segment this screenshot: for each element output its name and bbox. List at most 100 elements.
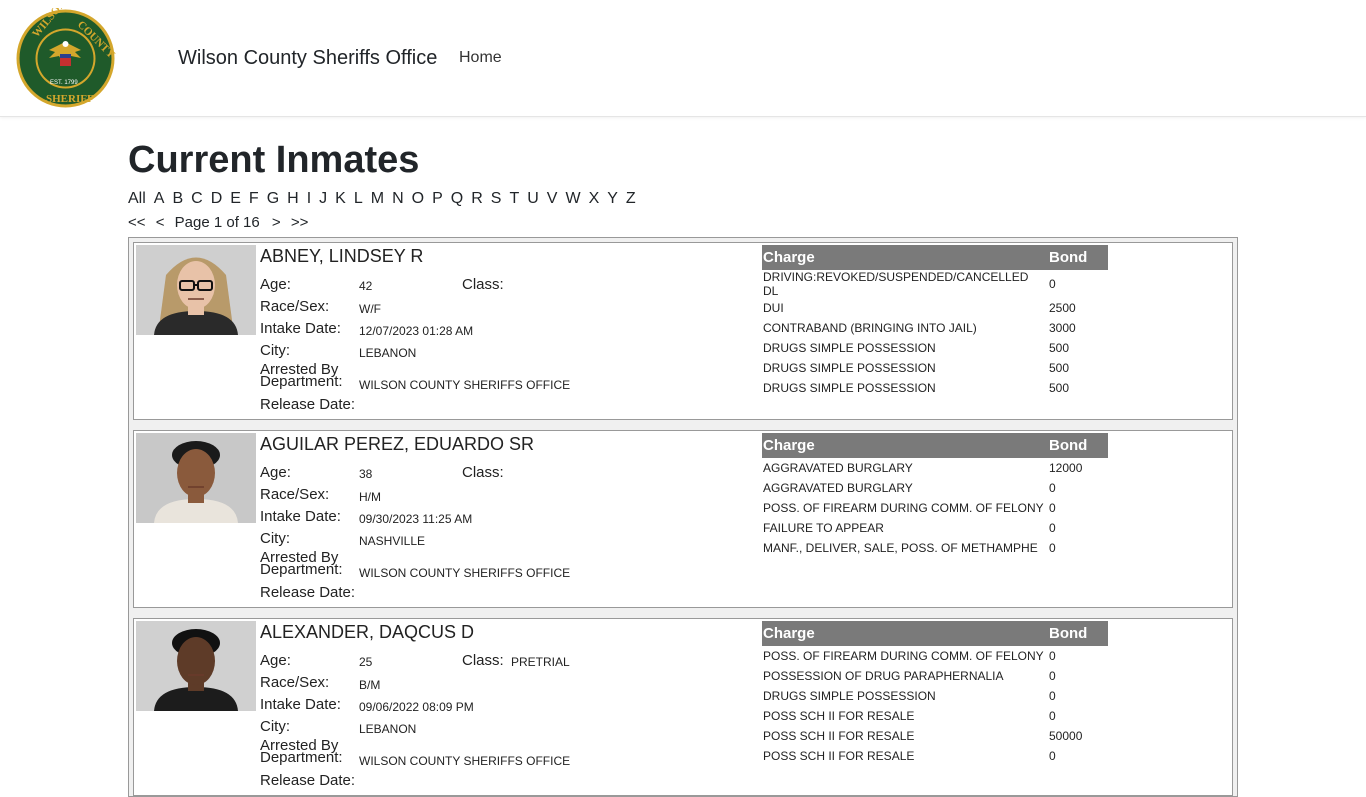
alpha-filter-all[interactable]: All xyxy=(128,190,146,207)
pager-first-link[interactable]: << xyxy=(128,214,146,231)
age-value: 25 xyxy=(359,655,373,669)
inmate-list: ABNEY, LINDSEY R Age: 42 Class: Race/Sex… xyxy=(128,237,1238,797)
department-value: WILSON COUNTY SHERIFFS OFFICE xyxy=(359,754,571,768)
bond-cell: 3000 xyxy=(1049,321,1076,335)
department-label: Department: xyxy=(260,373,343,390)
alpha-filter-b[interactable]: B xyxy=(172,190,183,207)
race-sex-value: H/M xyxy=(359,490,381,504)
charge-cell: POSS SCH II FOR RESALE xyxy=(763,749,915,763)
inmate-photo[interactable] xyxy=(136,245,256,335)
intake-date-value: 12/07/2023 01:28 AM xyxy=(359,324,474,338)
charge-row: DUI 2500 xyxy=(762,298,1108,318)
nav-home-link[interactable]: Home xyxy=(459,49,502,67)
alpha-filter-d[interactable]: D xyxy=(211,190,223,207)
bond-cell: 0 xyxy=(1049,277,1056,291)
bond-cell: 0 xyxy=(1049,709,1056,723)
charge-cell: CONTRABAND (BRINGING INTO JAIL) xyxy=(763,321,977,335)
sheriff-badge-logo[interactable]: WILSON COUNTY SHERIFF EST. 1799 xyxy=(15,8,116,109)
city-value: LEBANON xyxy=(359,346,417,360)
bond-cell: 0 xyxy=(1049,669,1056,683)
alpha-filter-j[interactable]: J xyxy=(319,190,327,207)
intake-date-label: Intake Date: xyxy=(260,696,341,713)
charge-cell: POSS. OF FIREARM DURING COMM. OF FELONY xyxy=(763,649,1044,663)
alpha-filter-c[interactable]: C xyxy=(191,190,203,207)
release-date-label: Release Date: xyxy=(260,584,356,601)
alpha-filter-y[interactable]: Y xyxy=(607,190,618,207)
charge-row: DRUGS SIMPLE POSSESSION 500 xyxy=(762,358,1108,378)
charge-cell: AGGRAVATED BURGLARY xyxy=(763,481,913,495)
charge-cell: DUI xyxy=(763,301,784,315)
city-label: City: xyxy=(260,342,290,359)
alpha-filter-t[interactable]: T xyxy=(509,190,519,207)
pager-last-link[interactable]: >> xyxy=(291,214,309,231)
bond-cell: 2500 xyxy=(1049,301,1076,315)
charge-cell: FAILURE TO APPEAR xyxy=(763,521,884,535)
bond-cell: 12000 xyxy=(1049,461,1083,475)
charge-column-header: Charge xyxy=(762,245,1048,270)
race-sex-value: B/M xyxy=(359,678,381,692)
charge-row: POSS SCH II FOR RESALE 50000 xyxy=(762,726,1108,746)
age-label: Age: xyxy=(260,464,291,481)
alpha-filter-e[interactable]: E xyxy=(230,190,241,207)
pager-next-link[interactable]: > xyxy=(272,214,281,231)
alpha-filter-s[interactable]: S xyxy=(491,190,502,207)
alpha-filter-l[interactable]: L xyxy=(354,190,363,207)
bond-cell: 0 xyxy=(1049,481,1056,495)
charge-row: FAILURE TO APPEAR 0 xyxy=(762,518,1108,538)
charge-row: CONTRABAND (BRINGING INTO JAIL) 3000 xyxy=(762,318,1108,338)
pager-prev-link[interactable]: < xyxy=(156,214,165,231)
inmate-card: AGUILAR PEREZ, EDUARDO SR Age: 38 Class:… xyxy=(133,430,1233,608)
alpha-filter-m[interactable]: M xyxy=(371,190,384,207)
charge-row: POSS. OF FIREARM DURING COMM. OF FELONY … xyxy=(762,646,1108,666)
inmate-name: AGUILAR PEREZ, EDUARDO SR xyxy=(260,434,535,454)
charge-cell: POSS. OF FIREARM DURING COMM. OF FELONY xyxy=(763,501,1044,515)
charge-cell: DRUGS SIMPLE POSSESSION xyxy=(763,341,936,355)
alpha-filter-a[interactable]: A xyxy=(154,190,165,207)
city-label: City: xyxy=(260,530,290,547)
alpha-filter-h[interactable]: H xyxy=(287,190,299,207)
charge-cell: POSS SCH II FOR RESALE xyxy=(763,729,915,743)
alpha-filter-i[interactable]: I xyxy=(307,190,311,207)
class-label: Class: xyxy=(462,464,504,481)
alpha-filter-f[interactable]: F xyxy=(249,190,259,207)
alpha-filter-v[interactable]: V xyxy=(547,190,558,207)
alpha-filter-p[interactable]: P xyxy=(432,190,443,207)
alpha-filter-k[interactable]: K xyxy=(335,190,346,207)
charge-cell: AGGRAVATED BURGLARY xyxy=(763,461,913,475)
age-label: Age: xyxy=(260,652,291,669)
alpha-filter-z[interactable]: Z xyxy=(626,190,636,207)
charges-header-row: Charge Bond xyxy=(762,245,1108,270)
city-value: LEBANON xyxy=(359,722,417,736)
alpha-filter-r[interactable]: R xyxy=(471,190,483,207)
bond-cell: 50000 xyxy=(1049,729,1083,743)
alpha-filter-o[interactable]: O xyxy=(412,190,424,207)
class-label: Class: xyxy=(462,652,504,669)
inmate-name: ABNEY, LINDSEY R xyxy=(260,246,424,266)
bond-cell: 500 xyxy=(1049,381,1070,395)
inmate-card: ALEXANDER, DAQCUS D Age: 25 Class: PRETR… xyxy=(133,618,1233,796)
alpha-filter-w[interactable]: W xyxy=(565,190,580,207)
alpha-filter-n[interactable]: N xyxy=(392,190,404,207)
alphabet-filter: All A B C D E F G H I J K L M N O P Q R S T U V W X Y Z xyxy=(128,190,1240,212)
charges-header-row: Charge Bond xyxy=(762,621,1108,646)
inmate-photo[interactable] xyxy=(136,433,256,523)
charge-row: DRUGS SIMPLE POSSESSION 0 xyxy=(762,686,1108,706)
race-sex-label: Race/Sex: xyxy=(260,298,330,315)
intake-date-value: 09/30/2023 11:25 AM xyxy=(359,512,473,526)
alpha-filter-x[interactable]: X xyxy=(589,190,600,207)
alpha-filter-q[interactable]: Q xyxy=(451,190,463,207)
bond-cell: 0 xyxy=(1049,749,1056,763)
race-sex-label: Race/Sex: xyxy=(260,486,330,503)
alpha-filter-u[interactable]: U xyxy=(527,190,539,207)
city-value: NASHVILLE xyxy=(359,534,426,548)
charges-table: Charge Bond AGGRAVATED BURGLARY 12000 AG… xyxy=(762,433,1108,558)
charge-row: POSS SCH II FOR RESALE 0 xyxy=(762,706,1108,726)
bond-cell: 0 xyxy=(1049,501,1056,515)
city-label: City: xyxy=(260,718,290,735)
alpha-filter-g[interactable]: G xyxy=(267,190,279,207)
race-sex-value: W/F xyxy=(359,302,381,316)
intake-date-label: Intake Date: xyxy=(260,320,341,337)
charges-table: Charge Bond DRIVING:REVOKED/SUSPENDED/CA… xyxy=(762,245,1108,398)
inmate-photo[interactable] xyxy=(136,621,256,711)
site-brand-link[interactable]: Wilson County Sheriffs Office xyxy=(178,47,437,70)
